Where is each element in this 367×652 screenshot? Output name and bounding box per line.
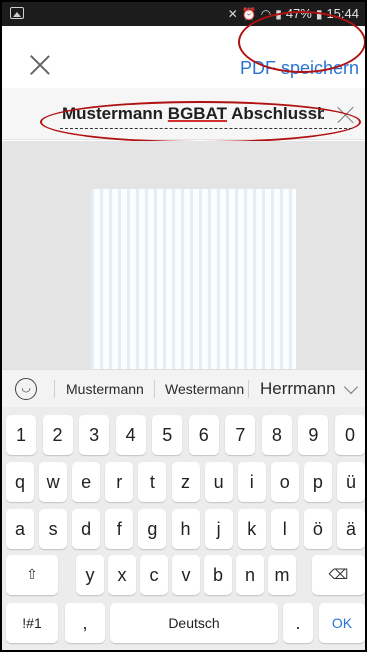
suggestion-divider (54, 380, 55, 398)
page-thumbnail (91, 189, 296, 369)
clear-icon[interactable] (337, 106, 355, 124)
filename-part-1: Mustermann (62, 104, 168, 123)
key-l[interactable]: l (270, 509, 299, 549)
key-c[interactable]: c (140, 555, 168, 595)
backspace-key[interactable]: ⌫ (312, 555, 365, 595)
document-preview (2, 141, 365, 369)
close-icon[interactable] (29, 54, 51, 76)
key-f[interactable]: f (105, 509, 134, 549)
space-key[interactable]: Deutsch (110, 603, 278, 643)
key-ü[interactable]: ü (337, 462, 365, 502)
key-ä[interactable]: ä (337, 509, 365, 549)
suggestion-word-1[interactable]: Mustermann (66, 381, 144, 397)
key-9[interactable]: 9 (298, 415, 329, 455)
key-0[interactable]: 0 (335, 415, 365, 455)
key-x[interactable]: x (108, 555, 136, 595)
key-2[interactable]: 2 (42, 415, 73, 455)
key-h[interactable]: h (171, 509, 200, 549)
filename-part-2: BGBAT (167, 104, 227, 123)
alarm-icon: ⏰ (241, 6, 257, 21)
key-3[interactable]: 3 (79, 415, 110, 455)
key-m[interactable]: m (268, 555, 296, 595)
key-d[interactable]: d (72, 509, 101, 549)
shift-key[interactable]: ⇧ (6, 555, 58, 595)
status-icons: ✕ ⏰ ◠ ▮ 47% ▮ 15:44 (228, 6, 359, 21)
phone-screen: ✕ ⏰ ◠ ▮ 47% ▮ 15:44 PDF speichern Muster… (0, 0, 367, 652)
key-7[interactable]: 7 (225, 415, 256, 455)
key-y[interactable]: y (76, 555, 104, 595)
clock: 15:44 (326, 6, 359, 21)
key-o[interactable]: o (270, 462, 299, 502)
comma-key[interactable]: , (65, 603, 105, 643)
mute-icon: ✕ (227, 6, 238, 21)
period-key[interactable]: . (283, 603, 313, 643)
key-u[interactable]: u (204, 462, 233, 502)
key-b[interactable]: b (204, 555, 232, 595)
key-v[interactable]: v (172, 555, 200, 595)
ok-key[interactable]: OK (319, 603, 365, 643)
emoji-icon[interactable]: ◡ (15, 378, 37, 400)
key-s[interactable]: s (39, 509, 68, 549)
filename-row: Mustermann BGBAT Abschlussb (2, 88, 365, 140)
key-p[interactable]: p (303, 462, 332, 502)
key-i[interactable]: i (237, 462, 266, 502)
key-5[interactable]: 5 (152, 415, 183, 455)
app-bar: PDF speichern (2, 26, 365, 88)
chevron-down-icon[interactable] (343, 379, 359, 395)
suggestion-word-3[interactable]: Herrmann (260, 379, 336, 399)
suggestion-divider (248, 380, 249, 398)
key-r[interactable]: r (105, 462, 134, 502)
filename-part-3: Abschlussb (226, 104, 324, 123)
key-4[interactable]: 4 (115, 415, 146, 455)
key-ö[interactable]: ö (303, 509, 332, 549)
suggestion-divider (154, 380, 155, 398)
key-n[interactable]: n (236, 555, 264, 595)
signal-icon: ▮ (275, 6, 282, 21)
image-icon (10, 7, 24, 19)
key-8[interactable]: 8 (261, 415, 292, 455)
key-6[interactable]: 6 (188, 415, 219, 455)
key-k[interactable]: k (237, 509, 266, 549)
key-z[interactable]: z (171, 462, 200, 502)
wifi-icon: ◠ (260, 6, 272, 21)
save-pdf-button[interactable]: PDF speichern (240, 58, 359, 79)
keyboard: 1 2 3 4 5 6 7 8 9 0 q w e r t z u i o p ü a s d f g h j k l ö ä ⇧ y x c v b n m… (2, 407, 365, 650)
battery-percent: 47% (285, 6, 312, 21)
key-w[interactable]: w (39, 462, 68, 502)
key-1[interactable]: 1 (6, 415, 36, 455)
key-a[interactable]: a (6, 509, 34, 549)
key-e[interactable]: e (72, 462, 101, 502)
battery-icon: ▮ (315, 6, 323, 21)
symbols-key[interactable]: !#1 (6, 603, 58, 643)
key-g[interactable]: g (138, 509, 167, 549)
key-t[interactable]: t (138, 462, 167, 502)
status-bar: ✕ ⏰ ◠ ▮ 47% ▮ 15:44 (2, 2, 365, 26)
suggestion-bar: ◡ Mustermann Westermann Herrmann (2, 369, 365, 407)
filename-input[interactable]: Mustermann BGBAT Abschlussb (62, 104, 324, 124)
key-q[interactable]: q (6, 462, 34, 502)
key-j[interactable]: j (204, 509, 233, 549)
suggestion-word-2[interactable]: Westermann (165, 381, 244, 397)
